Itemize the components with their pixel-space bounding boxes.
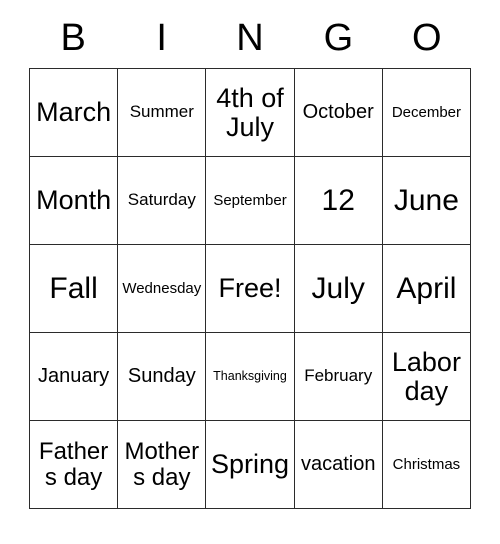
bingo-cell[interactable]: April [382,245,472,333]
bingo-header-letter-b: B [60,17,86,59]
bingo-cell-label: Summer [129,102,194,122]
bingo-cell[interactable]: Spring [206,421,295,509]
bingo-header-letter-i: I [156,17,167,59]
bingo-grid: March Summer 4th of July October Decembe… [29,68,472,509]
bingo-cell-label: Labor day [391,346,461,406]
bingo-cell-label: July [311,271,365,305]
bingo-cell-label: March [36,97,112,128]
bingo-cell[interactable]: July [294,245,383,333]
bingo-cell-label: Sunday [127,364,196,387]
bingo-cell[interactable]: vacation [294,421,383,509]
bingo-cell-label: October [302,100,374,123]
bingo-cell-label: December [391,103,462,121]
bingo-cell[interactable]: Wednesday [118,245,207,333]
bingo-cell-label: Month [36,185,112,216]
bingo-cell[interactable]: March [30,69,119,157]
bingo-cell[interactable]: Thanksgiving [206,333,295,421]
bingo-row: Month Saturday September 12 June [30,157,472,245]
bingo-cell-label: Saturday [127,190,196,210]
bingo-cell[interactable]: Month [30,157,119,245]
bingo-cell-label: Fathers day [38,438,109,491]
bingo-header-letter-g: G [323,17,354,59]
bingo-cell[interactable]: December [382,69,472,157]
bingo-cell[interactable]: 4th of July [206,69,295,157]
bingo-row: January Sunday Thanksgiving February Lab… [30,333,472,421]
bingo-cell[interactable]: Christmas [382,421,472,509]
bingo-row: Fall Wednesday Free! July April [30,245,472,333]
bingo-header: B I N G O [29,8,471,68]
bingo-cell-label: February [304,366,373,386]
bingo-cell[interactable]: Saturday [118,157,207,245]
bingo-cell-label: April [396,271,457,305]
bingo-cell[interactable]: June [382,157,472,245]
bingo-cell-free-space[interactable]: Free! [206,245,295,333]
bingo-cell[interactable]: Summer [118,69,207,157]
bingo-cell-label: vacation [300,452,376,475]
bingo-cell-label: Free! [218,273,282,304]
bingo-row: Fathers day Mothers day Spring vacation … [30,421,472,509]
bingo-cell[interactable]: Fall [30,245,119,333]
bingo-cell-label: January [38,364,110,387]
bingo-card: B I N G O March Summer 4th of July Octob… [29,8,472,509]
bingo-cell-label: Mothers day [124,438,200,491]
bingo-cell[interactable]: Mothers day [118,421,207,509]
bingo-cell[interactable]: October [294,69,383,157]
bingo-cell[interactable]: February [294,333,383,421]
bingo-cell-label: Wednesday [122,279,202,297]
bingo-row: March Summer 4th of July October Decembe… [30,69,472,157]
bingo-cell-label: Christmas [392,455,461,473]
bingo-cell-label: Spring [210,449,290,480]
bingo-header-letter-o: O [412,17,442,59]
bingo-cell[interactable]: September [206,157,295,245]
bingo-cell[interactable]: Sunday [118,333,207,421]
bingo-cell-label: Thanksgiving [213,368,287,383]
bingo-cell[interactable]: January [30,333,119,421]
bingo-cell[interactable]: Labor day [382,333,472,421]
bingo-cell[interactable]: Fathers day [30,421,119,509]
bingo-cell-label: June [393,183,459,217]
bingo-cell-label: September [213,191,287,209]
bingo-header-letter-n: N [236,17,264,59]
bingo-cell-label: 4th of July [216,82,284,142]
bingo-cell-label: 12 [321,183,355,217]
bingo-cell-label: Fall [49,271,98,305]
bingo-cell[interactable]: 12 [294,157,383,245]
